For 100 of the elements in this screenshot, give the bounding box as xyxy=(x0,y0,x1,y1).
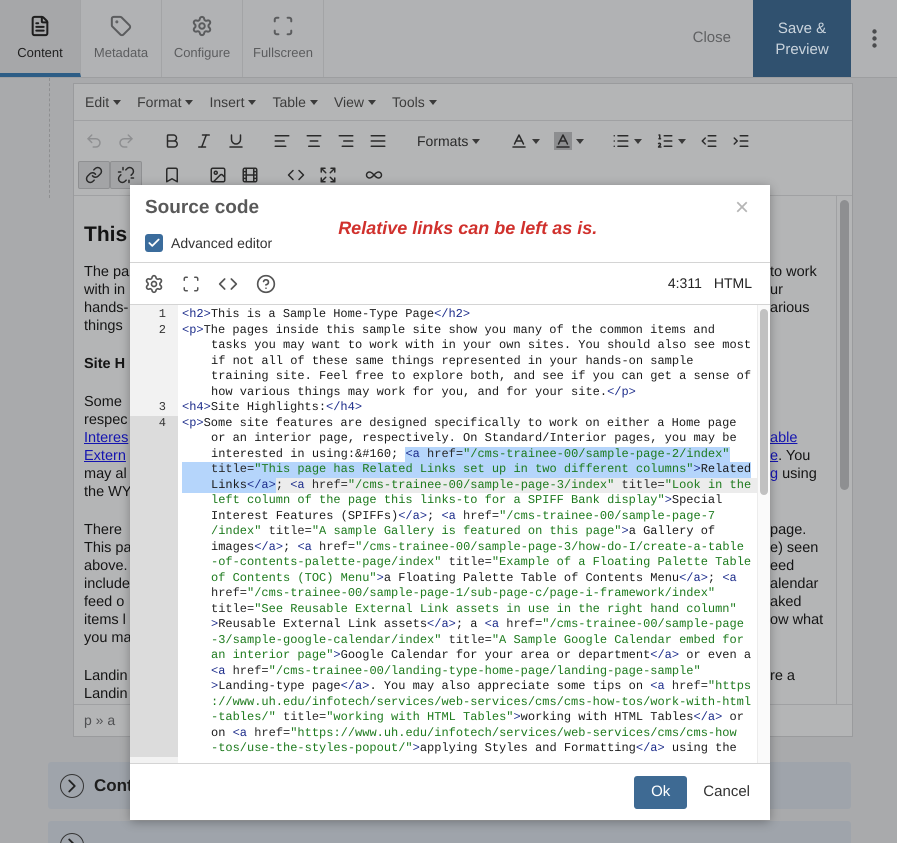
line-number: 4 xyxy=(130,416,178,756)
ok-button[interactable]: Ok xyxy=(634,776,688,808)
code-text: Links xyxy=(182,478,248,493)
fullscreen-icon xyxy=(272,14,294,37)
top-tab[interactable]: Content xyxy=(0,0,81,77)
code-text: training site. Feel free to explore both, and see if you can get a sense of xyxy=(211,369,752,384)
body-text: Landin xyxy=(84,667,128,685)
code-text: a Gallery of xyxy=(628,524,716,540)
body-text: Some xyxy=(84,393,122,411)
caret-icon xyxy=(310,100,318,104)
body-text: Landin xyxy=(84,685,128,703)
menu-item[interactable]: Tools xyxy=(385,92,444,112)
caret-icon xyxy=(428,100,437,104)
body-text: page. xyxy=(770,521,806,539)
undo-icon xyxy=(85,132,103,150)
body-text: respec xyxy=(84,411,128,429)
code-text: <a xyxy=(297,540,312,555)
code-text: left column of the page this links-to for a SPIFF Bank display" xyxy=(211,493,665,508)
menu-item[interactable]: Edit xyxy=(78,92,128,112)
code-text: or even a xyxy=(685,648,752,664)
unlink-button[interactable] xyxy=(110,161,142,189)
body-text: may al xyxy=(84,465,127,483)
film-icon xyxy=(241,166,259,184)
link-text[interactable]: Extern xyxy=(84,447,126,465)
dialog-title: Source code xyxy=(145,196,260,220)
code-text: title= xyxy=(268,524,312,540)
code-text: </a> xyxy=(694,710,722,726)
code-text: title= xyxy=(211,602,254,617)
image-icon xyxy=(209,166,227,184)
advanced-editor-checkbox[interactable]: Advanced editor xyxy=(145,232,272,254)
code-text: "/cms-trainee-00/sample-page xyxy=(542,617,744,632)
body-text: hands- xyxy=(84,299,128,317)
code-text: href= xyxy=(505,617,542,632)
top-tab[interactable]: Metadata xyxy=(81,0,162,77)
settings-icon[interactable] xyxy=(144,274,164,294)
code-text: ://www.uh.edu/infotech/services/web-services/cms/cms-how-tos/work-with-html xyxy=(211,694,752,710)
code-text: </a> xyxy=(398,508,428,524)
code-text: Interest Features (SPIFFs) xyxy=(211,508,398,524)
code-text: > xyxy=(376,570,384,586)
code-text: </a> xyxy=(650,648,680,664)
body-text: re a xyxy=(770,667,795,685)
body-text: using xyxy=(781,465,817,483)
save-preview-button[interactable]: Save & Preview xyxy=(753,0,851,77)
code-text: title= xyxy=(448,555,492,570)
code-text: ; xyxy=(708,570,716,586)
code-text: <h2> xyxy=(182,307,211,322)
body-text: Site H xyxy=(84,355,126,373)
body-text: e) seen xyxy=(770,539,818,557)
code-text: "/cms-trainee-00/landing-type-home-page/landing-page-sample" xyxy=(268,664,701,679)
code-text: using the xyxy=(670,741,737,756)
code-text: <h4> xyxy=(182,400,211,416)
help-icon[interactable] xyxy=(256,274,276,294)
code-text: of Contents (TOC) Menu" xyxy=(211,570,377,586)
body-text: aked xyxy=(770,593,802,611)
code-text: title= xyxy=(448,632,492,648)
code-text: </p> xyxy=(607,384,636,400)
code-text: <a xyxy=(232,726,248,741)
body-text: items l xyxy=(84,611,126,629)
menu-item[interactable]: Format xyxy=(130,92,200,112)
menu-item[interactable]: Table xyxy=(265,92,325,112)
menu-item[interactable]: View xyxy=(326,92,384,112)
italic-icon xyxy=(195,132,213,150)
document-icon xyxy=(29,14,51,37)
link-text[interactable]: e xyxy=(770,447,778,465)
link-text[interactable]: g xyxy=(770,465,778,483)
code-text: href= xyxy=(462,508,500,524)
code-text: Reusable External Link assets xyxy=(218,617,428,632)
formats-dropdown[interactable]: Formats xyxy=(408,127,490,155)
close-button[interactable]: Close xyxy=(670,0,753,77)
code-text: interested in using:&#160; xyxy=(211,446,400,462)
top-tab[interactable]: Fullscreen xyxy=(243,0,324,77)
body-text: with in xyxy=(84,281,126,299)
code-text: This is a Sample Home-Type Page xyxy=(210,307,434,322)
code-text: > xyxy=(211,679,218,694)
link-button[interactable] xyxy=(78,161,110,189)
code-text: Special xyxy=(672,493,722,508)
code-text: "working with HTML Tables" xyxy=(326,710,514,726)
cancel-button[interactable]: Cancel xyxy=(699,776,754,808)
code-text: /index" xyxy=(211,524,262,540)
top-tab[interactable]: Configure xyxy=(162,0,243,77)
body-text: . You xyxy=(778,447,810,465)
code-text: </h2> xyxy=(434,307,470,322)
menu-item[interactable]: Insert xyxy=(202,92,264,112)
body-text: include xyxy=(84,575,130,593)
code-text: ; xyxy=(427,508,436,524)
code-text: Google Calendar for your area or department xyxy=(340,648,650,664)
body-text: ow what xyxy=(770,611,824,629)
code-text: <a xyxy=(441,508,456,524)
body-text: This xyxy=(84,222,128,248)
element-path: p » a xyxy=(84,711,116,730)
body-text: above. xyxy=(84,557,128,575)
code-text: > xyxy=(513,710,521,726)
code-text: "/cms-trainee-00/sample-page-2/index" xyxy=(463,446,730,462)
code-text: The pages inside this sample site show you many of the common items and xyxy=(204,322,715,338)
body-text: feed o xyxy=(84,593,124,611)
link-text[interactable]: Interes xyxy=(84,429,128,447)
redo-icon xyxy=(117,132,135,150)
link-text[interactable]: able xyxy=(770,429,798,447)
code-text: ; xyxy=(283,540,292,555)
fullscreen-icon[interactable] xyxy=(182,274,200,292)
